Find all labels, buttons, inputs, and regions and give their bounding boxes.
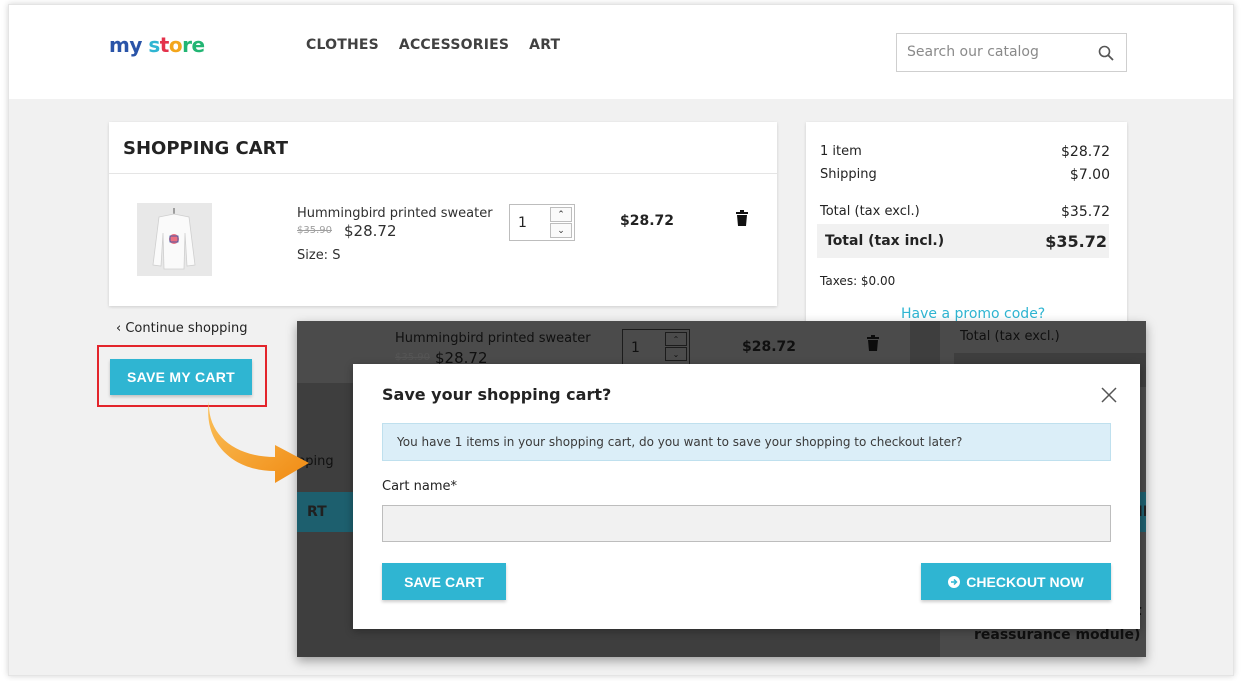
quantity-value[interactable]: 1 — [518, 215, 527, 231]
arrow-circle-right-icon — [948, 575, 961, 588]
summary-excl-row: Total (tax excl.) $35.72 — [820, 204, 1110, 220]
nav-item-accessories[interactable]: ACCESSORIES — [399, 37, 509, 53]
logo-part: o — [168, 33, 183, 57]
quantity-stepper[interactable]: 1 ⌃ ⌄ — [509, 204, 575, 241]
summary-items-label: 1 item — [820, 144, 862, 159]
sweater-image — [152, 208, 196, 270]
checkout-now-label: CHECKOUT NOW — [966, 573, 1084, 590]
checkout-now-button[interactable]: CHECKOUT NOW — [921, 563, 1111, 600]
save-cart-modal: Save your shopping cart? You have 1 item… — [353, 364, 1140, 629]
product-old-price: $35.90 — [297, 225, 332, 236]
chevron-down-icon[interactable]: ⌄ — [550, 223, 572, 238]
summary-incl-row: Total (tax incl.) $35.72 — [817, 224, 1109, 258]
close-icon[interactable] — [1100, 386, 1118, 404]
nav-item-clothes[interactable]: CLOTHES — [306, 37, 379, 53]
search-placeholder: Search our catalog — [907, 44, 1039, 60]
nav-item-art[interactable]: ART — [529, 37, 560, 53]
cart-summary: 1 item $28.72 Shipping $7.00 Total (tax … — [806, 122, 1127, 332]
site-header: my store CLOTHES ACCESSORIES ART Search … — [9, 5, 1233, 99]
info-alert: You have 1 items in your shopping cart, … — [382, 423, 1111, 461]
line-total: $28.72 — [620, 213, 675, 229]
backdrop-product-name: Hummingbird printed sweater — [395, 331, 591, 346]
summary-shipping-row: Shipping $7.00 — [820, 167, 1110, 183]
product-price: $28.72 — [344, 222, 397, 240]
summary-incl-value: $35.72 — [1045, 232, 1107, 251]
trash-icon — [867, 335, 879, 351]
backdrop-quantity-stepper: 1 ⌃ ⌄ — [622, 329, 690, 365]
summary-shipping-value: $7.00 — [1069, 167, 1110, 183]
backdrop-reassurance-text: reassurance module) — [974, 627, 1141, 643]
summary-taxes: Taxes: $0.00 — [820, 274, 896, 288]
backdrop-old-price: $35.90 — [395, 352, 430, 363]
info-alert-text: You have 1 items in your shopping cart, … — [397, 435, 963, 449]
summary-items-value: $28.72 — [1061, 144, 1110, 160]
product-size: Size: S — [297, 248, 341, 263]
search-input[interactable]: Search our catalog — [896, 33, 1127, 72]
shopping-cart-card: SHOPPING CART Hummingbird printed sweate… — [109, 122, 777, 306]
continue-shopping-label: Continue shopping — [125, 321, 248, 336]
modal-title: Save your shopping cart? — [382, 385, 612, 404]
summary-excl-label: Total (tax excl.) — [820, 204, 920, 219]
summary-incl-label: Total (tax incl.) — [825, 233, 945, 249]
summary-items-row: 1 item $28.72 — [820, 144, 1110, 160]
save-my-cart-button[interactable]: SAVE MY CART — [110, 359, 252, 395]
backdrop-quantity-arrows: ⌃ ⌄ — [665, 332, 687, 362]
backdrop-summary-label: Total (tax excl.) — [960, 329, 1060, 344]
chevron-up-icon[interactable]: ⌃ — [550, 207, 572, 222]
logo-part: my — [109, 33, 142, 57]
backdrop-line-total: $28.72 — [742, 339, 797, 355]
continue-shopping-link[interactable]: ‹ Continue shopping — [116, 321, 248, 336]
product-name[interactable]: Hummingbird printed sweater — [297, 206, 493, 221]
chevron-left-icon: ‹ — [116, 321, 122, 336]
logo-part: t — [159, 33, 170, 57]
save-cart-button[interactable]: SAVE CART — [382, 563, 506, 600]
callout-arrow-icon — [208, 401, 309, 483]
store-logo[interactable]: my store — [109, 33, 205, 57]
screenshot-frame: my store CLOTHES ACCESSORIES ART Search … — [8, 4, 1234, 676]
quantity-arrows: ⌃ ⌄ — [550, 207, 572, 238]
backdrop-save-button: RT — [297, 492, 353, 532]
main-nav: CLOTHES ACCESSORIES ART — [306, 37, 560, 53]
product-thumbnail[interactable] — [137, 203, 212, 276]
search-icon[interactable] — [1098, 45, 1114, 61]
chevron-down-icon: ⌄ — [665, 347, 687, 361]
chevron-up-icon: ⌃ — [665, 332, 687, 346]
logo-part: re — [182, 33, 205, 57]
cart-name-field[interactable] — [382, 505, 1111, 542]
trash-icon[interactable] — [736, 210, 748, 226]
page-title: SHOPPING CART — [123, 138, 288, 159]
logo-part: s — [148, 33, 160, 57]
summary-shipping-label: Shipping — [820, 167, 877, 182]
promo-code-link[interactable]: Have a promo code? — [901, 306, 1045, 322]
divider — [109, 173, 777, 174]
summary-excl-value: $35.72 — [1061, 204, 1110, 220]
backdrop-quantity-value: 1 — [631, 340, 640, 356]
cart-name-label: Cart name* — [382, 479, 457, 494]
